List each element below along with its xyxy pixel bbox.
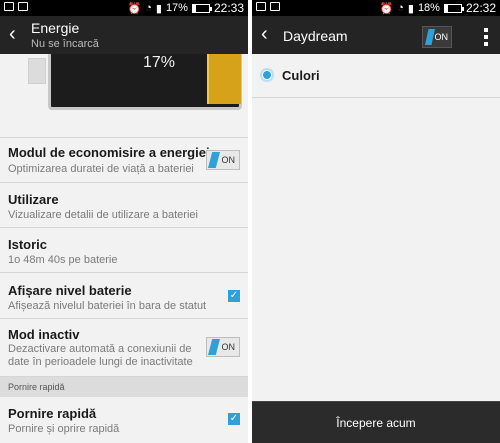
- toggle-flag: [425, 29, 435, 45]
- radio-selected-dot: [263, 71, 271, 79]
- status-bar: ⏰ ◔ ▮ 17% 22:33: [0, 0, 248, 16]
- battery-body: 17%: [48, 54, 242, 110]
- show-battery-level-checkbox[interactable]: ✓: [228, 290, 240, 302]
- toggle-label: ON: [434, 32, 449, 42]
- back-arrow-icon[interactable]: ‹: [9, 22, 16, 46]
- alarm-icon: ⏰: [379, 2, 394, 15]
- page-title: Daydream: [283, 28, 348, 44]
- battery-graphic-percent: 17%: [143, 54, 176, 71]
- colors-radio-button[interactable]: [260, 68, 274, 82]
- usb-icon: [18, 2, 28, 11]
- usage-title: Utilizare: [8, 192, 59, 207]
- quick-boot-desc: Pornire și oprire rapidă: [8, 423, 120, 435]
- clock: 22:32: [465, 1, 496, 15]
- overflow-menu-icon[interactable]: [482, 26, 490, 48]
- power-saver-desc: Optimizarea duratei de viață a bateriei: [8, 163, 194, 175]
- history-title: Istoric: [8, 237, 48, 252]
- battery-graphic: 17%: [24, 54, 246, 112]
- idle-mode-row[interactable]: Mod inactiv Dezactivare automată a conex…: [0, 319, 248, 377]
- charger-plug-icon: [28, 58, 46, 84]
- quick-boot-row[interactable]: Pornire rapidă Pornire și oprire rapidă …: [0, 397, 248, 443]
- history-row[interactable]: Istoric 1o 48m 40s pe baterie: [0, 228, 248, 273]
- section-header-label: Pornire rapidă: [8, 382, 65, 392]
- power-saver-row[interactable]: Modul de economisire a energiei Optimiza…: [0, 137, 248, 183]
- photo-icon: [256, 2, 266, 11]
- battery-percent: 17%: [165, 2, 188, 14]
- colors-option-row[interactable]: Culori: [252, 54, 500, 98]
- page-subtitle: Nu se încarcă: [31, 38, 99, 50]
- alarm-icon: ⏰: [127, 2, 142, 15]
- quick-boot-title: Pornire rapidă: [8, 406, 97, 421]
- history-desc: 1o 48m 40s pe baterie: [8, 254, 118, 266]
- photo-icon: [4, 2, 14, 11]
- power-saver-title: Modul de economisire a energiei: [8, 145, 210, 160]
- idle-mode-toggle[interactable]: ON: [206, 337, 240, 357]
- wifi-icon: ◔: [145, 2, 152, 14]
- idle-mode-desc: Dezactivare automată a conexiunii de dat…: [8, 343, 193, 368]
- battery-icon: [443, 3, 464, 13]
- daydream-toggle[interactable]: ON: [422, 26, 452, 48]
- start-now-label: Începere acum: [336, 416, 416, 430]
- toggle-label: ON: [221, 155, 236, 165]
- power-saver-toggle[interactable]: ON: [206, 150, 240, 170]
- usb-icon: [270, 2, 280, 11]
- back-arrow-icon[interactable]: ‹: [261, 22, 268, 46]
- usage-row[interactable]: Utilizare Vizualizare detalii de utiliza…: [0, 183, 248, 228]
- signal-icon: ▮: [155, 2, 162, 15]
- quick-boot-checkbox[interactable]: ✓: [228, 413, 240, 425]
- energy-settings-screen: ⏰ ◔ ▮ 17% 22:33 ‹ Energie Nu se încarcă …: [0, 0, 248, 443]
- battery-level-fill: [207, 54, 241, 104]
- wifi-icon: ◔: [397, 2, 404, 14]
- toggle-flag: [208, 339, 220, 355]
- battery-icon: [191, 3, 212, 13]
- battery-percent: 18%: [417, 2, 440, 14]
- show-battery-level-title: Afișare nivel baterie: [8, 283, 132, 298]
- colors-option-label: Culori: [282, 68, 320, 83]
- show-battery-level-desc: Afișează nivelul bateriei în bara de sta…: [8, 300, 207, 312]
- idle-mode-title: Mod inactiv: [8, 327, 80, 342]
- start-now-button[interactable]: Începere acum: [252, 401, 500, 443]
- usage-desc: Vizualizare detalii de utilizare a bater…: [8, 209, 198, 221]
- toggle-label: ON: [221, 342, 236, 352]
- signal-icon: ▮: [407, 2, 414, 15]
- app-bar: ‹ Daydream ON: [252, 16, 500, 54]
- status-bar: ⏰ ◔ ▮ 18% 22:32: [252, 0, 500, 16]
- toggle-flag: [208, 152, 220, 168]
- daydream-settings-screen: ⏰ ◔ ▮ 18% 22:32 ‹ Daydream ON Culori Înc…: [252, 0, 500, 443]
- show-battery-level-row[interactable]: Afișare nivel baterie Afișează nivelul b…: [0, 273, 248, 319]
- page-title: Energie: [31, 20, 80, 36]
- clock: 22:33: [213, 1, 244, 15]
- app-bar: ‹ Energie Nu se încarcă: [0, 16, 248, 54]
- section-header: Pornire rapidă: [0, 377, 248, 397]
